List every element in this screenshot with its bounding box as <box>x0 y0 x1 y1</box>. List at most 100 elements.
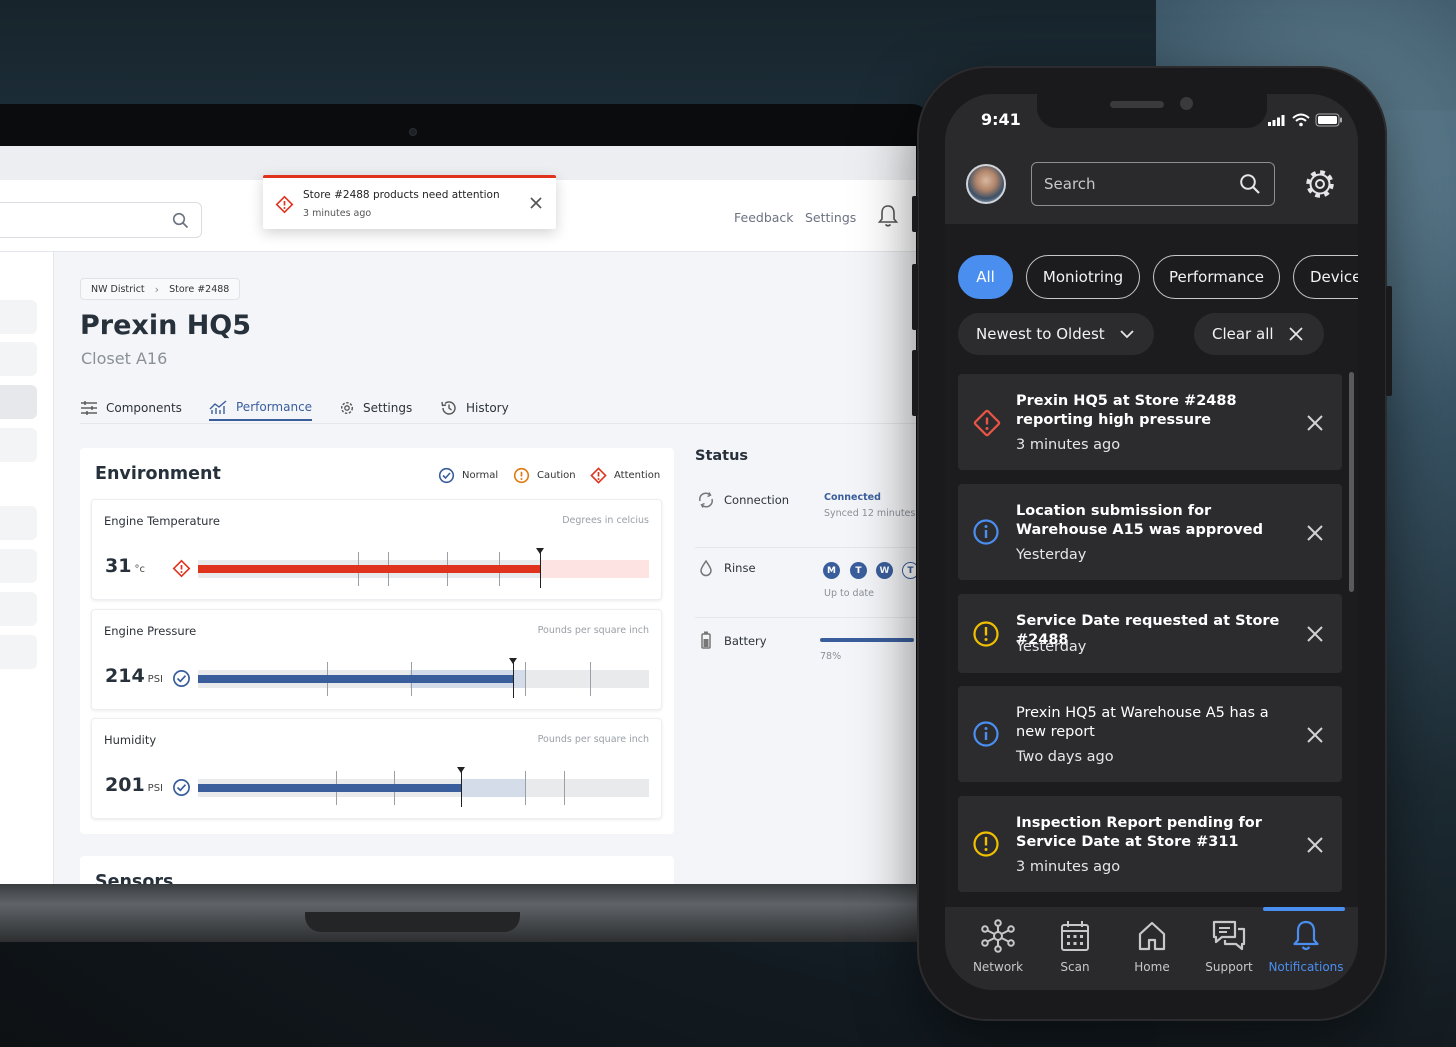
notification-title: Prexin HQ5 at Store #2488 reporting high… <box>1016 393 1237 428</box>
notification-item[interactable]: Inspection Report pending for Service Da… <box>958 796 1342 892</box>
environment-title: Environment <box>95 464 221 484</box>
phone-search-input[interactable]: Search <box>1031 162 1275 206</box>
tab-performance[interactable]: Performance <box>209 395 313 421</box>
sidebar-item[interactable] <box>0 635 37 669</box>
filter-chip-monitoring[interactable]: Moniotring <box>1026 255 1140 299</box>
sidebar-item[interactable] <box>0 300 37 334</box>
notification-time: 3 minutes ago <box>1016 859 1121 875</box>
metric-unit: Pounds per square inch <box>537 625 649 636</box>
status-label: Rinse <box>724 561 756 575</box>
toast-time: 3 minutes ago <box>303 208 372 219</box>
close-icon[interactable] <box>1306 414 1324 432</box>
nav-home[interactable]: Home <box>1114 919 1190 974</box>
tab-history[interactable]: History <box>440 395 509 421</box>
scrollbar[interactable] <box>1349 372 1354 592</box>
close-icon[interactable] <box>1306 836 1324 854</box>
close-icon[interactable] <box>1306 625 1324 643</box>
legend-label: Attention <box>614 470 661 481</box>
chat-icon <box>1212 920 1246 951</box>
track-marker <box>456 767 465 807</box>
rinse-detail: Up to date <box>824 588 874 599</box>
battery-bar <box>820 638 914 642</box>
legend-normal: Normal <box>438 467 498 484</box>
track-tick <box>564 771 565 805</box>
metric-humidity: Humidity Pounds per square inch 201 PSI <box>91 718 662 819</box>
phone-button <box>912 264 918 330</box>
notification-item[interactable]: Service Date requested at Store #2488 Ye… <box>958 594 1342 673</box>
sync-icon <box>698 492 714 508</box>
nav-label: Scan <box>1060 960 1090 974</box>
sidebar-item-active[interactable] <box>0 385 37 419</box>
metric-value: 201 PSI <box>105 774 163 796</box>
nav-label: Network <box>972 960 1024 974</box>
chevron-right-icon: › <box>154 282 160 296</box>
breadcrumb-item[interactable]: NW District <box>91 284 145 295</box>
home-icon <box>1138 921 1166 951</box>
settings-link[interactable]: Settings <box>805 210 856 225</box>
status-row-battery: Battery 78% <box>695 618 916 678</box>
check-circle-icon <box>173 779 190 796</box>
filter-chip-all[interactable]: All <box>958 255 1013 299</box>
connection-state: Connected <box>824 492 881 503</box>
phone-button <box>912 350 918 416</box>
sidebar-item[interactable] <box>0 428 37 462</box>
gear-icon[interactable] <box>1302 166 1338 202</box>
nav-scan[interactable]: Scan <box>1037 919 1113 974</box>
status-time: 9:41 <box>981 110 1021 129</box>
metric-value: 214 PSI <box>105 665 163 687</box>
drop-icon <box>700 559 712 577</box>
sensors-card: Sensors <box>80 856 674 884</box>
desktop-search-input[interactable] <box>0 202 202 238</box>
filter-chip-device[interactable]: Device <box>1293 255 1358 299</box>
nav-network[interactable]: Network <box>960 919 1036 974</box>
calendar-icon <box>1061 921 1089 951</box>
active-tab-indicator <box>1263 907 1345 911</box>
close-icon[interactable] <box>1306 726 1324 744</box>
close-icon[interactable] <box>1306 524 1324 542</box>
battery-icon <box>701 631 711 649</box>
tab-components[interactable]: Components <box>80 395 182 421</box>
attention-icon <box>590 467 607 484</box>
tab-label: Components <box>106 401 182 415</box>
battery-status-icon <box>1315 113 1342 127</box>
speaker <box>1110 101 1164 108</box>
nav-support[interactable]: Support <box>1191 919 1267 974</box>
feedback-link[interactable]: Feedback <box>734 210 794 225</box>
nav-notifications[interactable]: Notifications <box>1268 919 1344 974</box>
legend-label: Normal <box>462 470 499 481</box>
breadcrumb-item[interactable]: Store #2488 <box>169 284 229 295</box>
history-icon <box>441 401 456 415</box>
clear-all-button[interactable]: Clear all <box>1194 313 1324 355</box>
sidebar-item[interactable] <box>0 506 37 540</box>
info-icon <box>973 519 999 545</box>
notification-item[interactable]: Prexin HQ5 at Store #2488 reporting high… <box>958 374 1342 470</box>
notification-time: Two days ago <box>1016 749 1114 765</box>
nav-label: Home <box>1134 960 1170 974</box>
search-icon <box>172 212 189 229</box>
bottom-nav: Network Scan Home Support Notifications <box>945 907 1358 990</box>
status-label: Connection <box>724 493 790 507</box>
sidebar-item[interactable] <box>0 342 37 376</box>
tab-label: Settings <box>363 401 413 415</box>
track-tick <box>525 771 526 805</box>
wifi-icon <box>1292 113 1310 127</box>
check-circle-icon <box>173 670 190 687</box>
tab-bar: Components Performance Settings History <box>80 392 916 424</box>
bell-icon[interactable] <box>877 204 899 228</box>
sort-dropdown[interactable]: Newest to Oldest <box>958 313 1154 355</box>
sliders-icon <box>81 401 97 415</box>
notification-item[interactable]: Location submission for Warehouse A15 wa… <box>958 484 1342 580</box>
close-icon[interactable] <box>529 196 543 210</box>
sidebar-item[interactable] <box>0 549 37 583</box>
tab-settings[interactable]: Settings <box>339 395 412 421</box>
legend-label: Caution <box>537 470 576 481</box>
metric-track <box>198 658 649 698</box>
connection-detail: Synced 12 minutes <box>824 508 916 519</box>
notification-item[interactable]: Prexin HQ5 at Warehouse A5 has a new rep… <box>958 686 1342 782</box>
laptop-screen: Feedback Settings NW District › Store #2… <box>0 146 916 884</box>
phone-screen: 9:41 Search All Moniotring Performance D… <box>945 94 1358 990</box>
filter-chip-performance[interactable]: Performance <box>1153 255 1280 299</box>
sidebar-item[interactable] <box>0 592 37 626</box>
avatar[interactable] <box>966 164 1006 204</box>
sensors-title: Sensors <box>95 872 174 884</box>
